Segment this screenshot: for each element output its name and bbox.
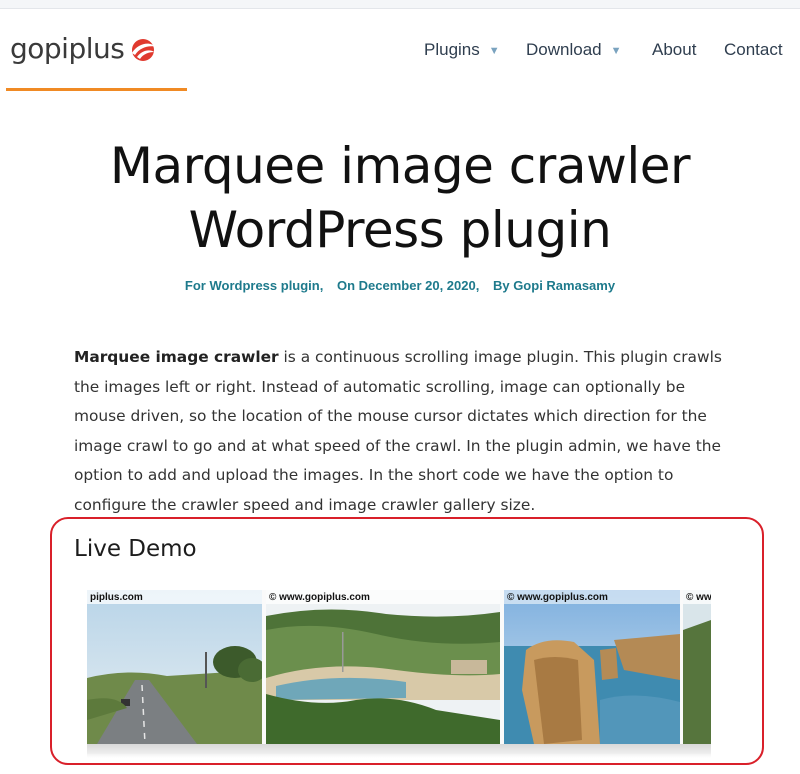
main-nav: Plugins ▼ Download ▼ About Contact <box>0 40 800 64</box>
image-caption: © www.gopiplus.com <box>269 592 370 603</box>
browser-top-strip <box>0 0 800 9</box>
image-crawler-strip[interactable]: piplus.com © www.gopiplus.com © www.gopi… <box>87 590 711 754</box>
image-caption: © ww <box>686 592 711 603</box>
crawler-image-road[interactable]: piplus.com <box>87 590 262 744</box>
post-meta: For Wordpress plugin, On December 20, 20… <box>0 278 800 293</box>
chevron-down-icon: ▼ <box>610 45 622 57</box>
nav-label: Plugins <box>424 40 480 59</box>
nav-label: Contact <box>724 40 783 59</box>
logo-underline <box>6 88 187 91</box>
live-demo-heading: Live Demo <box>74 536 197 562</box>
road-photo <box>87 590 262 744</box>
nav-item-download[interactable]: Download ▼ <box>526 40 622 60</box>
image-caption: piplus.com <box>90 592 143 603</box>
nav-label: Download <box>526 40 602 59</box>
strip-shadow <box>87 744 711 758</box>
intro-paragraph: Marquee image crawler is a continuous sc… <box>74 343 734 520</box>
bay-photo <box>266 590 500 744</box>
nav-label: About <box>652 40 697 59</box>
title-line-1: Marquee image crawler <box>109 137 691 195</box>
intro-text: is a continuous scrolling image plugin. … <box>74 348 722 514</box>
nav-item-about[interactable]: About <box>652 40 696 60</box>
cliffs-photo <box>504 590 680 744</box>
crawler-image-bay[interactable]: © www.gopiplus.com <box>266 590 500 744</box>
partial-photo <box>683 590 711 744</box>
post-date: On December 20, 2020, <box>336 278 480 293</box>
nav-item-plugins[interactable]: Plugins ▼ <box>424 40 500 60</box>
intro-bold: Marquee image crawler <box>74 348 279 366</box>
post-author-link[interactable]: By Gopi Ramasamy <box>493 278 615 293</box>
crawler-image-partial[interactable]: © ww <box>683 590 711 744</box>
image-caption: © www.gopiplus.com <box>507 592 608 603</box>
page-title: Marquee image crawler WordPress plugin <box>0 134 800 262</box>
crawler-image-cliffs[interactable]: © www.gopiplus.com <box>504 590 680 744</box>
post-category-link[interactable]: For Wordpress plugin, <box>185 278 323 293</box>
title-line-2: WordPress plugin <box>188 201 612 259</box>
nav-item-contact[interactable]: Contact <box>724 40 783 60</box>
chevron-down-icon: ▼ <box>488 45 500 57</box>
